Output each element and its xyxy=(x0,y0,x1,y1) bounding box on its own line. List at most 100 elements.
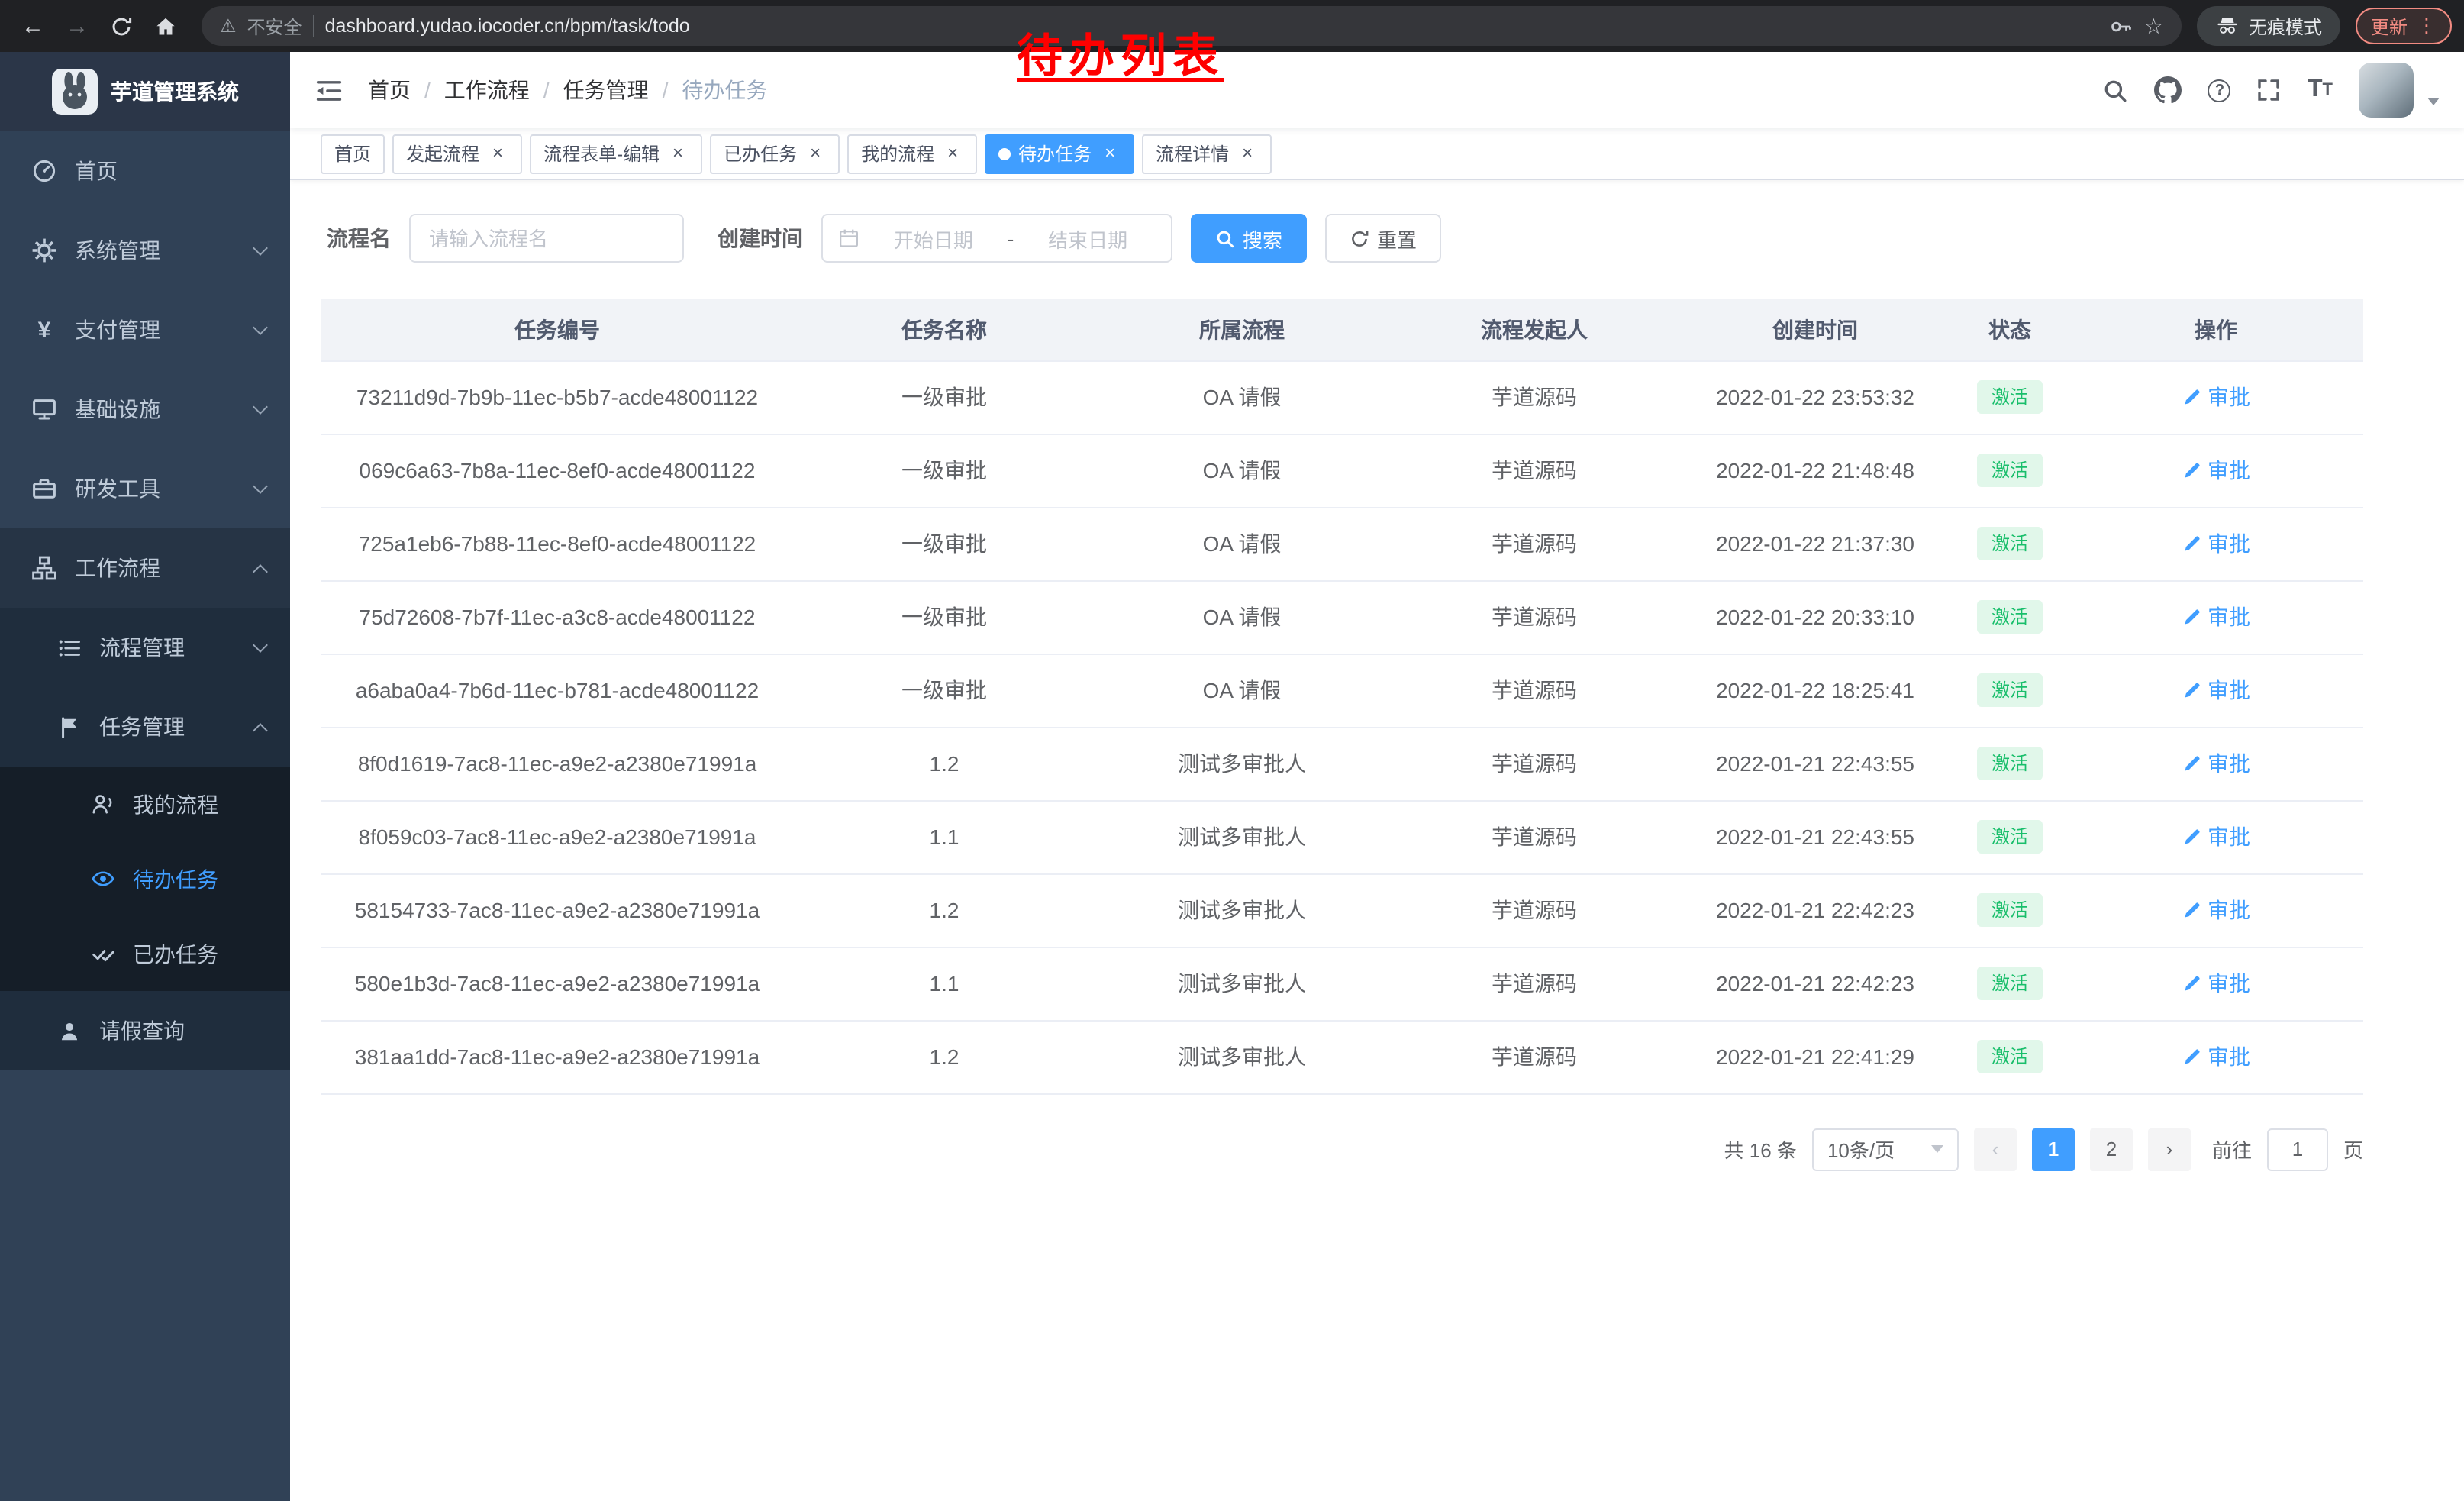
sidebar-item-leave-query[interactable]: 请假查询 xyxy=(0,991,290,1070)
sidebar-item-payment[interactable]: ¥ 支付管理 xyxy=(0,290,290,370)
cell-actions: 审批 xyxy=(2069,800,2363,873)
browser-refresh-icon[interactable] xyxy=(101,5,142,47)
cell-create-time: 2022-01-22 21:37:30 xyxy=(1679,507,1951,580)
sidebar-item-home[interactable]: 首页 xyxy=(0,131,290,211)
start-date-placeholder: 开始日期 xyxy=(866,224,1001,253)
status-badge: 激活 xyxy=(1978,893,2042,927)
browser-home-icon[interactable] xyxy=(145,5,186,47)
cell-create-time: 2022-01-22 23:53:32 xyxy=(1679,360,1951,434)
approve-link[interactable]: 审批 xyxy=(2182,822,2250,852)
main-area: 首页 / 工作流程 / 任务管理 / 待办任务 ? xyxy=(290,52,2464,1501)
github-icon[interactable] xyxy=(2155,76,2182,104)
sidebar-item-infrastructure[interactable]: 基础设施 xyxy=(0,370,290,449)
cell-task-id: 381aa1dd-7ac8-11ec-a9e2-a2380e71991a xyxy=(321,1020,794,1093)
approve-link[interactable]: 审批 xyxy=(2182,895,2250,925)
tab-my-process[interactable]: 我的流程 × xyxy=(847,134,977,173)
prev-page-button[interactable]: ‹ xyxy=(1974,1128,2017,1170)
avatar-chevron-down-icon[interactable] xyxy=(2427,97,2440,105)
tab-done-tasks[interactable]: 已办任务 × xyxy=(710,134,840,173)
tab-process-detail[interactable]: 流程详情 × xyxy=(1142,134,1272,173)
page-size-select[interactable]: 10条/页 xyxy=(1812,1128,1959,1170)
browser-forward-icon[interactable]: → xyxy=(56,5,98,47)
browser-menu-icon[interactable]: ⋮ xyxy=(2417,14,2437,38)
table-row: 8f0d1619-7ac8-11ec-a9e2-a2380e71991a 1.2… xyxy=(321,727,2363,800)
end-date-placeholder: 结束日期 xyxy=(1020,224,1156,253)
close-icon[interactable]: × xyxy=(487,143,508,164)
next-page-button[interactable]: › xyxy=(2148,1128,2191,1170)
close-icon[interactable]: × xyxy=(942,143,963,164)
cell-actions: 审批 xyxy=(2069,654,2363,727)
search-icon[interactable] xyxy=(2103,77,2129,103)
process-name-input[interactable] xyxy=(409,214,684,263)
tab-start-process[interactable]: 发起流程 × xyxy=(392,134,522,173)
eye-icon xyxy=(89,865,116,893)
cell-starter: 芋道源码 xyxy=(1389,727,1679,800)
close-icon[interactable]: × xyxy=(1099,143,1121,164)
approve-link[interactable]: 审批 xyxy=(2182,382,2250,412)
create-time-label: 创建时间 xyxy=(718,223,803,253)
reset-button[interactable]: 重置 xyxy=(1325,214,1441,263)
sidebar-item-my-process[interactable]: 我的流程 xyxy=(0,767,290,841)
status-badge: 激活 xyxy=(1978,673,2042,707)
close-icon[interactable]: × xyxy=(667,143,689,164)
tab-process-form-edit[interactable]: 流程表单-编辑 × xyxy=(530,134,702,173)
sidebar-item-task-management[interactable]: 任务管理 xyxy=(0,687,290,767)
sidebar-item-label: 已办任务 xyxy=(133,938,266,969)
avatar[interactable] xyxy=(2359,63,2414,118)
sidebar-collapse-icon[interactable] xyxy=(314,76,343,105)
logo-image xyxy=(51,69,97,115)
table-header-row: 任务编号 任务名称 所属流程 流程发起人 创建时间 状态 操作 xyxy=(321,299,2363,360)
cell-actions: 审批 xyxy=(2069,873,2363,947)
close-icon[interactable]: × xyxy=(805,143,826,164)
goto-page-input[interactable] xyxy=(2267,1128,2328,1170)
cell-create-time: 2022-01-21 22:41:29 xyxy=(1679,1020,1951,1093)
update-label: 更新 xyxy=(2371,13,2408,39)
bookmark-star-icon[interactable]: ☆ xyxy=(2144,13,2163,39)
cell-process: OA 请假 xyxy=(1095,507,1389,580)
approve-link[interactable]: 审批 xyxy=(2182,602,2250,632)
browser-update-button[interactable]: 更新 ⋮ xyxy=(2356,8,2452,44)
double-check-icon xyxy=(89,940,116,967)
breadcrumb-workflow[interactable]: 工作流程 xyxy=(444,75,530,105)
sidebar-item-system[interactable]: 系统管理 xyxy=(0,211,290,290)
tab-todo-tasks[interactable]: 待办任务 × xyxy=(985,134,1134,173)
page-button-2[interactable]: 2 xyxy=(2090,1128,2133,1170)
sidebar-item-devtools[interactable]: 研发工具 xyxy=(0,449,290,528)
cell-task-name: 一级审批 xyxy=(794,580,1095,654)
cell-actions: 审批 xyxy=(2069,947,2363,1020)
cell-status: 激活 xyxy=(1951,1020,2069,1093)
table-row: a6aba0a4-7b6d-11ec-b781-acde48001122 一级审… xyxy=(321,654,2363,727)
app-logo[interactable]: 芋道管理系统 xyxy=(0,52,290,131)
sidebar-item-process-management[interactable]: 流程管理 xyxy=(0,608,290,687)
help-icon[interactable]: ? xyxy=(2208,79,2231,102)
breadcrumb-home[interactable]: 首页 xyxy=(368,75,411,105)
chevron-down-icon xyxy=(253,478,268,493)
font-size-icon[interactable]: TT xyxy=(2308,78,2333,102)
password-key-icon[interactable] xyxy=(2111,15,2133,37)
filter-bar: 流程名 创建时间 开始日期 - 结束日期 搜索 重 xyxy=(327,214,2464,263)
approve-link[interactable]: 审批 xyxy=(2182,528,2250,559)
approve-link[interactable]: 审批 xyxy=(2182,455,2250,486)
approve-link[interactable]: 审批 xyxy=(2182,1041,2250,1072)
chevron-up-icon xyxy=(253,563,268,579)
browser-back-icon[interactable]: ← xyxy=(12,5,53,47)
sidebar-item-workflow[interactable]: 工作流程 xyxy=(0,528,290,608)
approve-link[interactable]: 审批 xyxy=(2182,675,2250,705)
tab-home[interactable]: 首页 xyxy=(321,134,385,173)
task-management-submenu: 我的流程 待办任务 已办任务 xyxy=(0,767,290,991)
close-icon[interactable]: × xyxy=(1237,143,1258,164)
page-button-1[interactable]: 1 xyxy=(2032,1128,2075,1170)
cell-actions: 审批 xyxy=(2069,580,2363,654)
approve-link[interactable]: 审批 xyxy=(2182,968,2250,999)
date-range-picker[interactable]: 开始日期 - 结束日期 xyxy=(821,214,1172,263)
status-badge: 激活 xyxy=(1978,380,2042,414)
search-button[interactable]: 搜索 xyxy=(1191,214,1307,263)
fullscreen-icon[interactable] xyxy=(2257,78,2282,102)
breadcrumb-task-management[interactable]: 任务管理 xyxy=(563,75,649,105)
approve-link[interactable]: 审批 xyxy=(2182,748,2250,779)
chevron-down-icon xyxy=(253,319,268,334)
sidebar-item-todo-tasks[interactable]: 待办任务 xyxy=(0,841,290,916)
cell-task-id: 725a1eb6-7b88-11ec-8ef0-acde48001122 xyxy=(321,507,794,580)
navbar-actions: ? TT xyxy=(2103,63,2440,118)
sidebar-item-done-tasks[interactable]: 已办任务 xyxy=(0,916,290,991)
